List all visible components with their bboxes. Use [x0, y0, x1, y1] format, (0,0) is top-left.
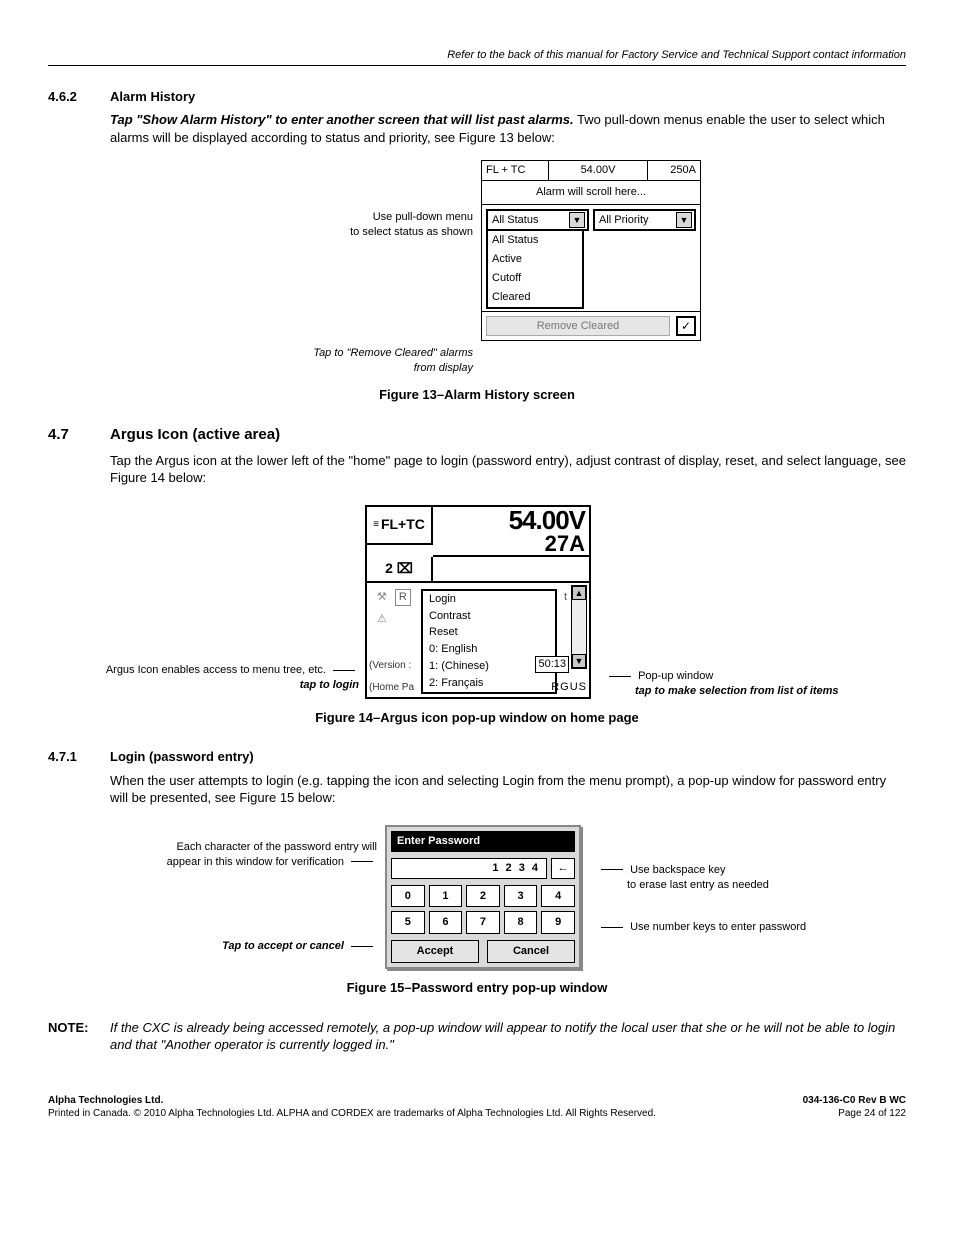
mode-cell: FL + TC: [482, 161, 549, 180]
figure-13: Use pull-down menu to select status as s…: [48, 160, 906, 375]
backspace-button[interactable]: ←: [551, 858, 575, 879]
popup-item-reset[interactable]: Reset: [423, 624, 555, 641]
note-text: If the CXC is already being accessed rem…: [110, 1019, 906, 1054]
section-4-7-heading: 4.7 Argus Icon (active area): [48, 425, 906, 445]
status-dropdown-value: All Status: [492, 213, 538, 228]
fig15-callout-left-1a: Each character of the password entry wil…: [117, 840, 377, 855]
priority-dropdown-value: All Priority: [599, 213, 649, 228]
section-number: 4.6.2: [48, 88, 110, 106]
section-title: Argus Icon (active area): [110, 425, 280, 445]
status-dropdown-list: All Status Active Cutoff Cleared: [486, 231, 584, 308]
footer-page: Page 24 of 122: [803, 1107, 906, 1121]
figure-15-caption: Figure 15–Password entry pop-up window: [48, 979, 906, 997]
number-keypad: 0 1 2 3 4 5 6 7 8 9: [391, 885, 575, 935]
fig13-callout-2b: from display: [253, 361, 473, 376]
key-1[interactable]: 1: [429, 885, 463, 908]
current-cell: 250A: [648, 161, 700, 180]
alarm-scroll-area: Alarm will scroll here...: [482, 181, 700, 205]
fig13-callout-2a: Tap to "Remove Cleared" alarms: [253, 346, 473, 361]
fig13-callout-1b: to select status as shown: [253, 225, 473, 240]
fig15-callout-left-2: Tap to accept or cancel: [117, 939, 377, 954]
note: NOTE: If the CXC is already being access…: [48, 1019, 906, 1054]
key-0[interactable]: 0: [391, 885, 425, 908]
voltage-readout: 54.00V: [437, 507, 585, 533]
fig15-callout-left-1b: appear in this window for verification: [117, 855, 377, 870]
fig14-callout-right-2: tap to make selection from list of items: [605, 684, 865, 699]
figure-14: Argus Icon enables access to menu tree, …: [48, 505, 906, 699]
password-entry-popup: Enter Password 1 2 3 4 ← 0 1 2 3 4 5 6 7…: [385, 825, 581, 969]
section-title: Login (password entry): [110, 748, 254, 766]
mode-indicator: ≡FL+TC: [367, 507, 433, 545]
readout: 54.00V 27A: [433, 507, 589, 557]
fig14-callout-right-1: Pop-up window: [638, 670, 713, 682]
remove-cleared-button[interactable]: Remove Cleared: [486, 316, 670, 337]
page-footer: Alpha Technologies Ltd. Printed in Canad…: [48, 1094, 906, 1121]
password-display: 1 2 3 4: [391, 858, 547, 879]
scroll-down-icon[interactable]: ▼: [572, 654, 586, 668]
alarm-history-screen: FL + TC 54.00V 250A Alarm will scroll he…: [481, 160, 701, 341]
section-4-6-2-body: Tap "Show Alarm History" to enter anothe…: [110, 111, 906, 146]
fig15-callout-right-2: Use number keys to enter password: [630, 921, 806, 933]
key-7[interactable]: 7: [466, 911, 500, 934]
current-readout: 27A: [437, 533, 585, 555]
footer-copyright: Printed in Canada. © 2010 Alpha Technolo…: [48, 1107, 656, 1121]
note-label: NOTE:: [48, 1019, 110, 1054]
key-2[interactable]: 2: [466, 885, 500, 908]
fig13-callout-1a: Use pull-down menu: [253, 210, 473, 225]
fig15-callout-right-1b: to erase last entry as needed: [597, 878, 837, 893]
tool-icon[interactable]: ⚒: [377, 590, 387, 605]
scroll-up-icon[interactable]: ▲: [572, 586, 586, 600]
status-option[interactable]: Active: [488, 250, 582, 269]
status-option[interactable]: Cutoff: [488, 269, 582, 288]
footer-docnum: 034-136-C0 Rev B WC: [803, 1094, 906, 1108]
key-8[interactable]: 8: [504, 911, 538, 934]
key-5[interactable]: 5: [391, 911, 425, 934]
remove-cleared-checkbox[interactable]: ✓: [676, 316, 696, 336]
status-dropdown[interactable]: All Status ▼: [486, 209, 589, 231]
key-3[interactable]: 3: [504, 885, 538, 908]
section-4-7-1-heading: 4.7.1 Login (password entry): [48, 748, 906, 766]
popup-item-login[interactable]: Login: [423, 591, 555, 608]
figure-15: Each character of the password entry wil…: [48, 825, 906, 969]
status-option[interactable]: Cleared: [488, 288, 582, 307]
key-4[interactable]: 4: [541, 885, 575, 908]
popup-title: Enter Password: [391, 831, 575, 852]
cancel-button[interactable]: Cancel: [487, 940, 575, 963]
chevron-down-icon: ▼: [569, 212, 585, 228]
popup-item-lang-2[interactable]: 2: Français: [423, 675, 555, 692]
section-number: 4.7: [48, 425, 110, 445]
voltage-cell: 54.00V: [549, 161, 648, 180]
sub-indicator: 2 ⌧: [367, 557, 433, 583]
section-number: 4.7.1: [48, 748, 110, 766]
scrollbar[interactable]: ▲▼: [571, 585, 587, 669]
time-display: 50:13: [535, 656, 569, 673]
priority-dropdown[interactable]: All Priority ▼: [593, 209, 696, 231]
key-9[interactable]: 9: [541, 911, 575, 934]
fig14-callout-left-2: tap to login: [89, 678, 359, 693]
section-4-7-1-body: When the user attempts to login (e.g. ta…: [110, 772, 906, 807]
section-4-6-2-heading: 4.6.2 Alarm History: [48, 88, 906, 106]
home-text: (Home Pa: [369, 681, 414, 695]
home-screen: ≡FL+TC 54.00V 27A 2 ⌧ ⚒ R t ⚠: [365, 505, 591, 699]
version-text: (Version :: [369, 659, 411, 673]
bg-letter: t: [564, 590, 567, 605]
fig14-callout-left-1: Argus Icon enables access to menu tree, …: [89, 663, 359, 678]
header-note: Refer to the back of this manual for Fac…: [48, 48, 906, 66]
argus-popup-menu: Login Contrast Reset 0: English 1: (Chin…: [421, 589, 557, 694]
fig15-callout-right-1a: Use backspace key: [630, 864, 725, 876]
brand-text: RGUS: [551, 680, 587, 695]
key-6[interactable]: 6: [429, 911, 463, 934]
section-title: Alarm History: [110, 88, 195, 106]
figure-14-caption: Figure 14–Argus icon pop-up window on ho…: [48, 709, 906, 727]
popup-item-contrast[interactable]: Contrast: [423, 608, 555, 625]
lead-bold: Tap "Show Alarm History" to enter anothe…: [110, 112, 574, 127]
accept-button[interactable]: Accept: [391, 940, 479, 963]
footer-company: Alpha Technologies Ltd.: [48, 1094, 656, 1108]
chevron-down-icon: ▼: [676, 212, 692, 228]
figure-13-caption: Figure 13–Alarm History screen: [48, 386, 906, 404]
section-4-7-body: Tap the Argus icon at the lower left of …: [110, 452, 906, 487]
r-badge: R: [395, 589, 411, 606]
status-option[interactable]: All Status: [488, 231, 582, 250]
